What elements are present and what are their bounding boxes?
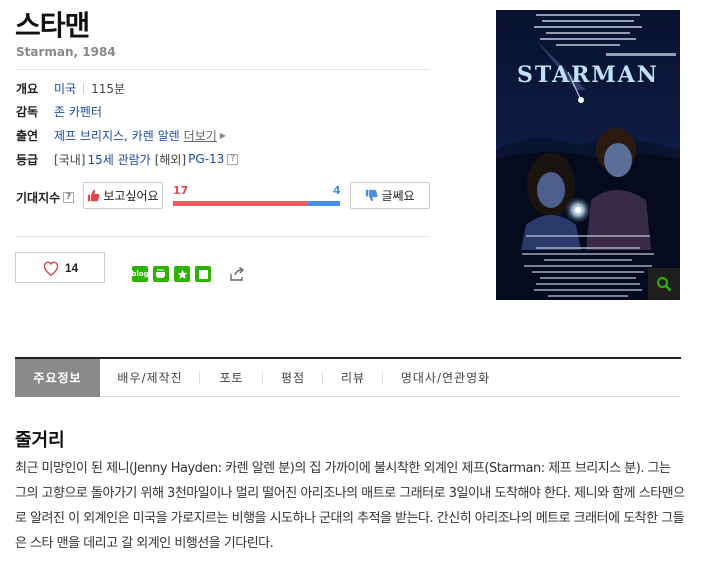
thumbs-up-icon — [88, 189, 100, 202]
expectation-label: 기대지수 — [16, 191, 61, 205]
rating-key: 등급 — [16, 152, 39, 167]
cast-key: 출연 — [16, 128, 39, 143]
cast-link[interactable]: 제프 브리지스, 카렌 알렌 — [54, 127, 180, 144]
search-icon — [657, 277, 672, 292]
director-row: 감독 존 카펜터 — [16, 103, 102, 119]
question-icon[interactable]: ? — [63, 192, 75, 203]
expectation-bar-fill — [173, 201, 309, 206]
domestic-rating-link[interactable]: 15세 관람가 — [87, 151, 150, 168]
blog-label: blog — [131, 270, 149, 278]
share-icon[interactable] — [228, 265, 246, 283]
overseas-prefix: [해외] — [154, 152, 187, 167]
cast-row: 출연 제프 브리지스, 카렌 알렌 더보기 ▶ — [16, 127, 226, 143]
movie-poster[interactable]: STARMAN — [496, 10, 680, 300]
meh-count: 4 — [333, 184, 341, 197]
question-icon[interactable]: ? — [227, 153, 239, 165]
tab-label: 리뷰 — [340, 371, 366, 385]
divider-top — [15, 69, 430, 70]
divider-mid — [15, 236, 430, 237]
tab-quotes-related[interactable]: 명대사/연관영화 — [383, 359, 508, 397]
movie-subtitle: Starman, 1984 — [16, 45, 116, 59]
poster-title: STARMAN — [517, 62, 659, 88]
want-to-see-button[interactable]: 보고싶어요 — [83, 182, 163, 209]
meh-label: 글쎄요 — [381, 189, 415, 203]
bookmark-star-icon[interactable] — [174, 266, 190, 282]
like-button[interactable]: 14 — [15, 252, 105, 283]
like-count: 14 — [64, 260, 79, 275]
cafe-icon[interactable] — [153, 266, 169, 282]
tab-label: 배우/제작진 — [117, 371, 183, 385]
cast-more-link[interactable]: 더보기 — [184, 127, 217, 144]
tab-label: 명대사/연관영화 — [400, 371, 491, 385]
poster-artwork — [496, 10, 680, 300]
director-key: 감독 — [16, 104, 39, 119]
want-label: 보고싶어요 — [103, 189, 159, 203]
synopsis-body: 최근 미망인이 된 제니(Jenny Hayden: 카렌 알렌 분)의 집 가… — [15, 461, 685, 551]
runtime: 115분 — [91, 81, 126, 96]
country-link[interactable]: 미국 — [54, 80, 76, 97]
synopsis-heading: 줄거리 — [15, 430, 65, 451]
heart-icon — [43, 260, 59, 276]
separator — [83, 82, 85, 94]
tab-label: 주요정보 — [33, 371, 82, 385]
tab-cast-crew[interactable]: 배우/제작진 — [100, 359, 200, 397]
tab-main-info[interactable]: 주요정보 — [15, 358, 100, 397]
rating-row: 등급 [국내] 15세 관람가 [해외] PG-13 ? — [16, 151, 239, 168]
tab-label: 평점 — [280, 371, 306, 385]
blog-icon[interactable]: blog — [131, 266, 149, 282]
want-count: 17 — [173, 184, 189, 197]
domestic-prefix: [국내] — [54, 152, 86, 167]
share-icons: blog — [131, 266, 211, 282]
overseas-rating-link[interactable]: PG-13 — [188, 152, 224, 166]
memo-icon[interactable] — [195, 266, 211, 282]
not-sure-button[interactable]: 글쎄요 — [350, 182, 430, 209]
poster-zoom-button[interactable] — [648, 268, 680, 300]
director-link[interactable]: 존 카펜터 — [54, 103, 102, 120]
overview-row: 개요 미국 115분 — [16, 80, 125, 96]
expectation-label-wrap: 기대지수 ? — [16, 189, 75, 206]
tab-label: 포토 — [219, 371, 244, 385]
tab-reviews[interactable]: 리뷰 — [323, 359, 383, 397]
thumbs-down-icon — [366, 189, 378, 202]
expectation-bar — [173, 201, 340, 206]
movie-title: 스타맨 — [15, 9, 90, 42]
tab-photos[interactable]: 포토 — [200, 359, 263, 397]
overview-key: 개요 — [16, 81, 39, 96]
info-tabs: 주요정보 배우/제작진 포토 평점 리뷰 명대사/연관영화 — [15, 357, 681, 397]
tab-ratings[interactable]: 평점 — [263, 359, 323, 397]
chevron-right-icon: ▶ — [219, 130, 226, 140]
